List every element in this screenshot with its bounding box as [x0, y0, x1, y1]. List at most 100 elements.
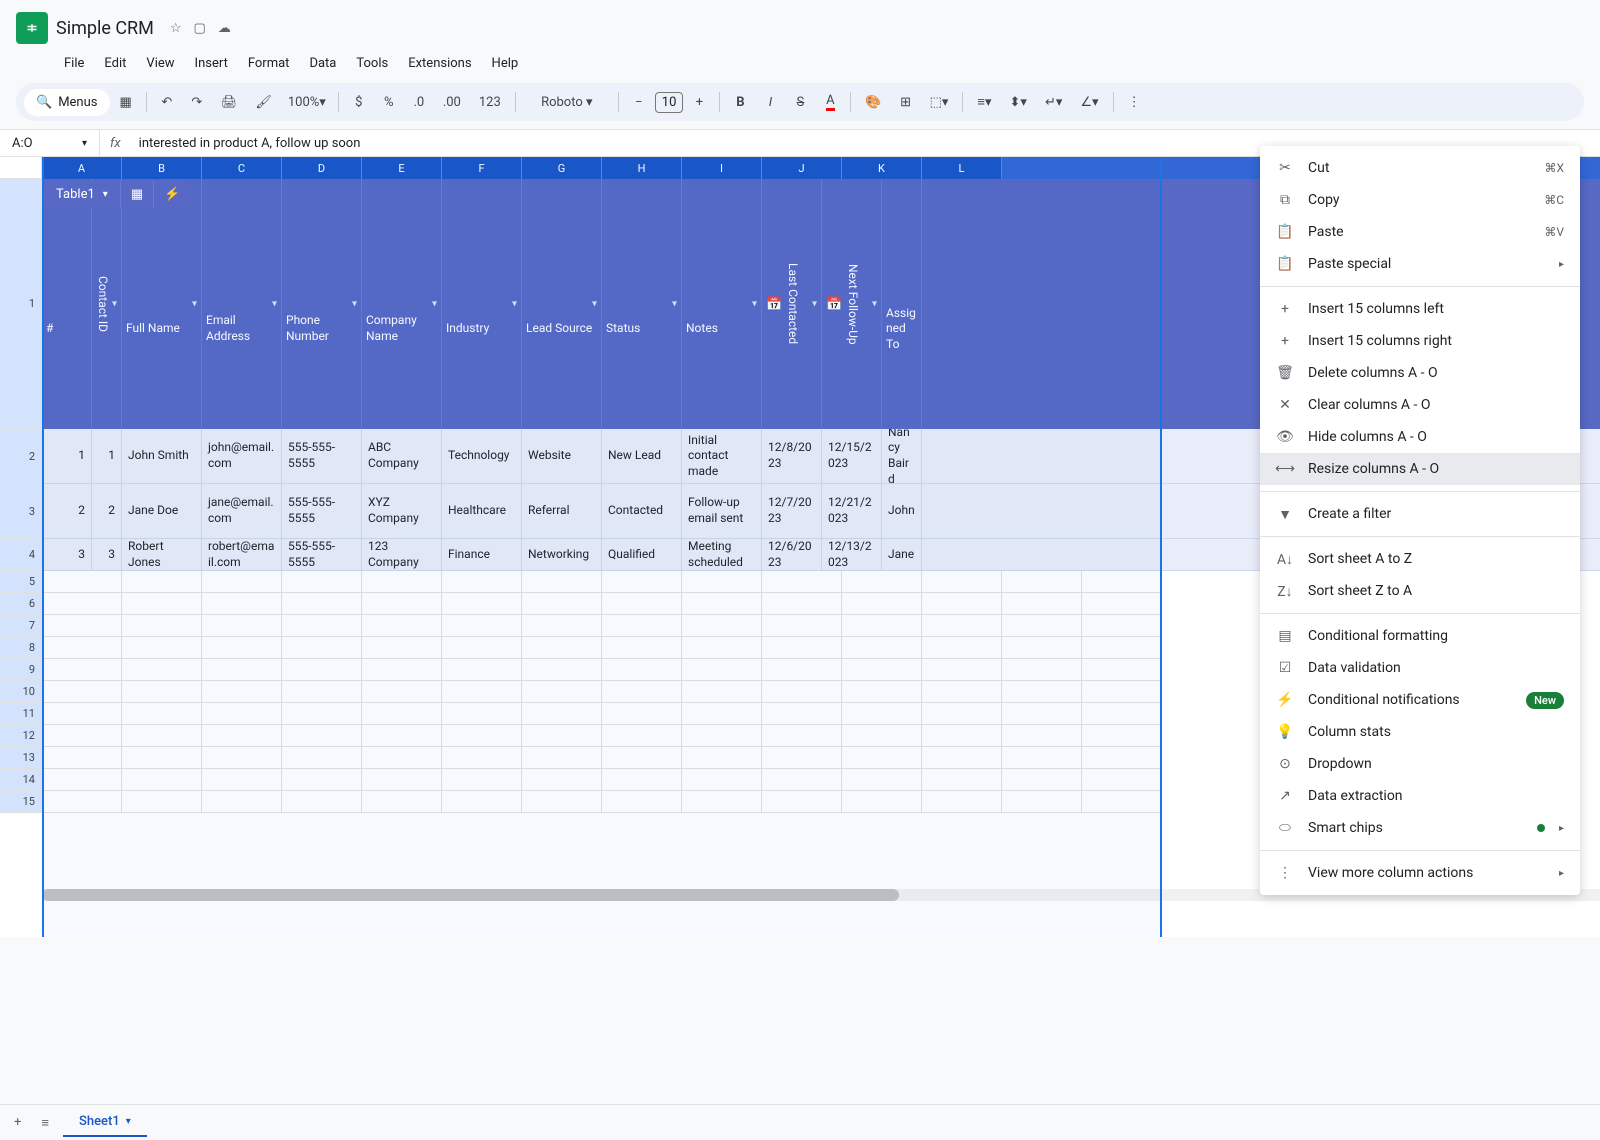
cell[interactable] [922, 615, 1002, 637]
col-header-l[interactable]: L [922, 157, 1002, 179]
cell[interactable]: 12/8/2023 [762, 429, 822, 483]
cell[interactable] [1002, 593, 1082, 615]
cell[interactable]: 1 [92, 429, 122, 483]
cell[interactable] [1082, 791, 1162, 813]
cell[interactable]: John Smith [122, 429, 202, 483]
ctx-paste[interactable]: 📋Paste⌘V [1260, 216, 1580, 248]
ctx-filter[interactable]: ▼Create a filter [1260, 498, 1580, 530]
menu-insert[interactable]: Insert [187, 52, 236, 75]
cell[interactable] [42, 725, 122, 747]
strikethrough-icon[interactable]: S [786, 87, 814, 117]
menu-file[interactable]: File [56, 52, 92, 75]
cell[interactable]: 555-555-5555 [282, 539, 362, 570]
cell[interactable] [682, 791, 762, 813]
ctx-paste-special[interactable]: 📋Paste special▸ [1260, 248, 1580, 280]
currency-icon[interactable]: $ [345, 87, 373, 117]
cell[interactable]: Follow-up email sent [682, 484, 762, 538]
menu-help[interactable]: Help [484, 52, 527, 75]
cell[interactable] [202, 725, 282, 747]
th-next[interactable]: 📅Next Follow-Up▾ [822, 179, 882, 429]
cell[interactable] [282, 659, 362, 681]
italic-icon[interactable]: I [756, 87, 784, 117]
cell[interactable] [1002, 681, 1082, 703]
cell[interactable] [282, 615, 362, 637]
table-lightning-icon[interactable]: ⚡ [153, 181, 190, 208]
cell[interactable] [842, 615, 922, 637]
cell[interactable] [922, 703, 1002, 725]
col-header-e[interactable]: E [362, 157, 442, 179]
cell[interactable] [42, 703, 122, 725]
ctx-view-more[interactable]: ⋮View more column actions▸ [1260, 857, 1580, 889]
cell[interactable]: Networking [522, 539, 602, 570]
cell[interactable] [1002, 637, 1082, 659]
cell[interactable] [282, 791, 362, 813]
cell[interactable]: 3 [42, 539, 92, 570]
cell[interactable] [362, 659, 442, 681]
chevron-down-icon[interactable]: ▾ [512, 299, 517, 310]
chevron-down-icon[interactable]: ▾ [812, 299, 817, 310]
cell[interactable] [442, 703, 522, 725]
ctx-hide[interactable]: 👁Hide columns A - O [1260, 421, 1580, 453]
cell[interactable] [282, 571, 362, 593]
cell[interactable] [362, 747, 442, 769]
cell[interactable] [762, 637, 842, 659]
increase-decimal-icon[interactable]: .00 [435, 87, 469, 117]
fill-color-icon[interactable]: 🎨 [857, 87, 889, 117]
row-header-15[interactable]: 15 [0, 791, 42, 813]
th-phone[interactable]: Phone Number▾ [282, 179, 362, 429]
ctx-cut[interactable]: ✂Cut⌘X [1260, 152, 1580, 184]
menu-tools[interactable]: Tools [348, 52, 396, 75]
cell[interactable] [842, 659, 922, 681]
th-email[interactable]: Email Address▾ [202, 179, 282, 429]
ctx-sort-za[interactable]: Z↓Sort sheet Z to A [1260, 575, 1580, 607]
ctx-copy[interactable]: ⧉Copy⌘C [1260, 184, 1580, 216]
cell[interactable] [922, 747, 1002, 769]
cell[interactable] [922, 725, 1002, 747]
row-header-10[interactable]: 10 [0, 681, 42, 703]
menu-extensions[interactable]: Extensions [400, 52, 479, 75]
cell[interactable] [42, 659, 122, 681]
cell[interactable] [682, 593, 762, 615]
cell[interactable]: Jane Doe [122, 484, 202, 538]
cell[interactable] [362, 703, 442, 725]
cell[interactable] [122, 571, 202, 593]
cell[interactable] [842, 791, 922, 813]
col-header-k[interactable]: K [842, 157, 922, 179]
print-icon[interactable]: 🖨 [213, 87, 246, 117]
cell[interactable]: 1 [42, 429, 92, 483]
cell[interactable] [362, 615, 442, 637]
cell[interactable]: Jane [882, 539, 922, 570]
cell[interactable] [762, 769, 842, 791]
doc-title[interactable]: Simple CRM [56, 18, 154, 39]
valign-icon[interactable]: ⬍▾ [1002, 87, 1035, 117]
row-header-5[interactable]: 5 [0, 571, 42, 593]
cell[interactable] [282, 681, 362, 703]
cell[interactable] [602, 571, 682, 593]
cell[interactable]: Qualified [602, 539, 682, 570]
cell[interactable] [442, 593, 522, 615]
col-header-f[interactable]: F [442, 157, 522, 179]
cell[interactable]: 555-555-5555 [282, 484, 362, 538]
th-num[interactable]: # [42, 179, 92, 429]
borders-icon[interactable]: ⊞ [892, 87, 920, 117]
cell[interactable] [842, 593, 922, 615]
cell[interactable]: Website [522, 429, 602, 483]
cell[interactable]: Finance [442, 539, 522, 570]
cell[interactable] [282, 593, 362, 615]
cell[interactable] [682, 725, 762, 747]
row-header-6[interactable]: 6 [0, 593, 42, 615]
cell[interactable] [522, 637, 602, 659]
cell[interactable] [842, 725, 922, 747]
ctx-clear[interactable]: ✕Clear columns A - O [1260, 389, 1580, 421]
cell[interactable] [602, 659, 682, 681]
cell[interactable] [602, 593, 682, 615]
cell[interactable] [122, 615, 202, 637]
cell[interactable] [522, 571, 602, 593]
cell[interactable] [1002, 703, 1082, 725]
row-header-3[interactable]: 3 [0, 484, 42, 539]
row-header-1[interactable]: 1 [0, 179, 42, 429]
ctx-col-stats[interactable]: 💡Column stats [1260, 716, 1580, 748]
ctx-resize[interactable]: ⟷Resize columns A - O [1260, 453, 1580, 485]
cell[interactable] [762, 791, 842, 813]
cell[interactable] [522, 615, 602, 637]
